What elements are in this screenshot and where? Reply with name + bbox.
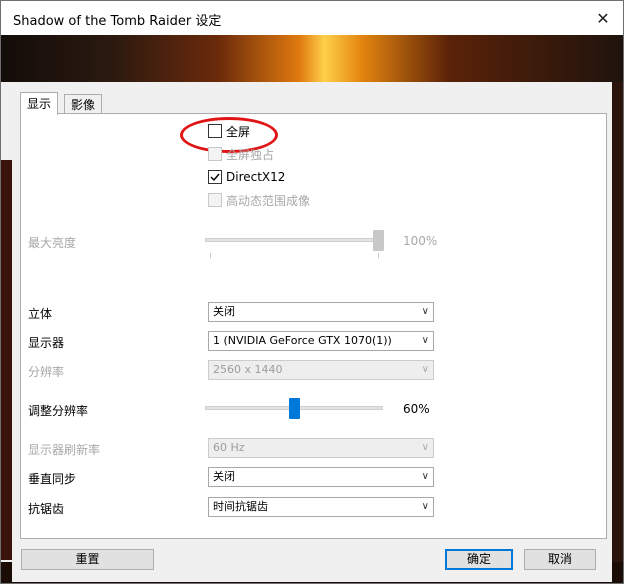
chevron-down-icon: ∨ (421, 335, 429, 346)
chevron-down-icon: ∨ (421, 306, 429, 317)
close-icon[interactable]: ✕ (589, 5, 617, 31)
chevron-down-icon: ∨ (421, 471, 429, 482)
vsync-select[interactable]: 关闭 ∨ (208, 467, 434, 487)
resolution-scale-slider-thumb[interactable] (289, 398, 300, 419)
reset-button[interactable]: 重置 (21, 549, 154, 570)
directx12-checkbox[interactable]: DirectX12 (208, 169, 285, 185)
refresh-rate-select[interactable]: 60 Hz ∨ (208, 438, 434, 458)
max-brightness-slider-track[interactable] (205, 238, 383, 242)
checkmark-icon (208, 170, 222, 184)
chevron-down-icon: ∨ (421, 364, 429, 375)
slider-tick (210, 253, 211, 258)
max-brightness-slider-thumb[interactable] (373, 230, 384, 251)
resolution-label: 分辨率 (28, 365, 65, 379)
cancel-button[interactable]: 取消 (524, 549, 596, 570)
antialiasing-value: 时间抗锯齿 (213, 500, 268, 513)
resolution-select[interactable]: 2560 x 1440 ∨ (208, 360, 434, 380)
resolution-scale-value: 60% (403, 402, 430, 416)
monitor-label: 显示器 (28, 336, 65, 350)
stereo-value: 关闭 (213, 305, 235, 318)
stereo-select[interactable]: 关闭 ∨ (208, 302, 434, 322)
exclusive-fullscreen-checkbox[interactable]: 全屏独占 (208, 146, 274, 162)
vsync-label: 垂直同步 (28, 472, 77, 486)
chevron-down-icon: ∨ (421, 501, 429, 512)
resolution-value: 2560 x 1440 (213, 363, 283, 376)
max-brightness-label: 最大亮度 (28, 236, 77, 250)
chevron-down-icon: ∨ (421, 442, 429, 453)
checkbox-box (208, 193, 222, 207)
monitor-value: 1 (NVIDIA GeForce GTX 1070(1)) (213, 334, 392, 347)
antialiasing-label: 抗锯齿 (28, 502, 65, 516)
window-title: Shadow of the Tomb Raider 设定 (13, 14, 222, 29)
refresh-rate-value: 60 Hz (213, 441, 245, 454)
hdr-checkbox[interactable]: 高动态范围成像 (208, 192, 310, 208)
vsync-value: 关闭 (213, 470, 235, 483)
refresh-rate-label: 显示器刷新率 (28, 443, 101, 457)
max-brightness-value: 100% (403, 234, 438, 248)
checkbox-box (208, 147, 222, 161)
directx12-label: DirectX12 (226, 170, 286, 184)
hdr-label: 高动态范围成像 (226, 193, 311, 208)
slider-tick (378, 253, 379, 258)
resolution-scale-label: 调整分辨率 (28, 404, 89, 418)
tab-display[interactable]: 显示 (20, 92, 59, 115)
antialiasing-select[interactable]: 时间抗锯齿 ∨ (208, 497, 434, 517)
stereo-label: 立体 (28, 307, 53, 321)
monitor-select[interactable]: 1 (NVIDIA GeForce GTX 1070(1)) ∨ (208, 331, 434, 351)
tab-graphics[interactable]: 影像 (64, 94, 103, 114)
title-bar: Shadow of the Tomb Raider 设定 ✕ (1, 1, 623, 35)
exclusive-fullscreen-label: 全屏独占 (226, 147, 275, 162)
ok-button[interactable]: 确定 (445, 549, 513, 570)
